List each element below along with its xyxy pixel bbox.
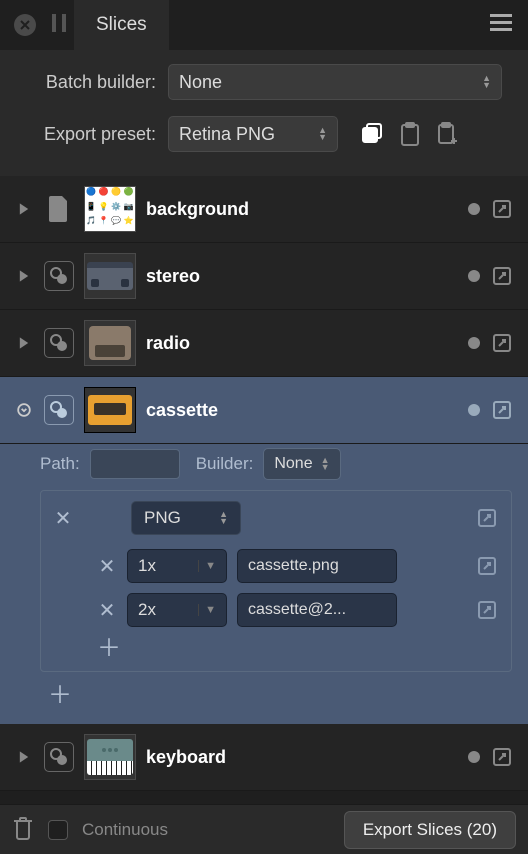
scale-row-2x: ✕ 2x ▼ cassette@2... [53,593,499,627]
preset-clipboard-add-icon[interactable] [434,120,462,148]
status-dot [468,404,480,416]
disclosure-icon[interactable] [14,403,34,417]
caret-icon: ▲▼ [482,75,491,89]
slice-row-cassette[interactable]: cassette [0,377,528,444]
format-value: PNG [144,508,181,528]
export-link-icon[interactable] [475,554,499,578]
slice-name: background [146,199,458,220]
status-dot [468,751,480,763]
remove-format-button[interactable]: ✕ [53,506,73,531]
export-preset-row: Export preset: Retina PNG ▲▼ [16,116,512,152]
disclosure-icon[interactable] [14,202,34,216]
status-dot [468,203,480,215]
export-link-icon[interactable] [490,745,514,769]
page-icon [44,194,74,224]
export-slices-button[interactable]: Export Slices (20) [344,811,516,849]
slices-tab[interactable]: Slices [74,0,169,50]
caret-icon: ▲▼ [318,127,327,141]
path-builder-row: Path: Builder: None ▲▼ [40,448,512,480]
footer: Continuous Export Slices (20) [0,804,528,854]
status-dot [468,270,480,282]
scale-value: 2x [138,600,156,620]
batch-builder-value: None [179,72,222,93]
export-link-icon[interactable] [475,506,499,530]
dock-icon[interactable] [52,14,66,36]
filename-field[interactable]: cassette.png [237,549,397,583]
filename-value: cassette@2... [248,601,346,619]
builder-value: None [274,455,312,473]
caret-icon: ▲▼ [321,457,330,471]
export-link-icon[interactable] [490,331,514,355]
preset-copy-icon[interactable] [358,120,386,148]
format-dropdown[interactable]: PNG ▲▼ [131,501,241,535]
slice-thumbnail [84,320,136,366]
close-button[interactable] [14,14,36,36]
group-icon [44,742,74,772]
preset-clipboard-icon[interactable] [396,120,424,148]
continuous-label: Continuous [82,820,168,840]
builder-label: Builder: [196,454,254,474]
path-label: Path: [40,454,80,474]
disclosure-icon[interactable] [14,269,34,283]
status-dot [468,337,480,349]
slices-panel: Slices Batch builder: None ▲▼ Export pre… [0,0,528,854]
caret-icon: ▲▼ [219,511,228,525]
builder-dropdown[interactable]: None ▲▼ [263,448,340,480]
slice-thumbnail [84,253,136,299]
slice-detail-cassette: Path: Builder: None ▲▼ ✕ PNG ▲▼ [0,444,528,724]
path-input[interactable] [90,449,180,479]
panel-menu-button[interactable] [474,14,528,36]
chevron-down-icon: ▼ [198,604,216,616]
scale-row-1x: ✕ 1x ▼ cassette.png [53,549,499,583]
scale-dropdown[interactable]: 1x ▼ [127,549,227,583]
export-preset-value: Retina PNG [179,124,275,145]
group-icon [44,261,74,291]
export-preset-label: Export preset: [16,124,156,145]
export-link-icon[interactable] [490,398,514,422]
filename-value: cassette.png [248,557,339,575]
slice-row-keyboard[interactable]: keyboard [0,724,528,791]
add-scale-button[interactable]: ＋ [53,637,499,661]
batch-builder-dropdown[interactable]: None ▲▼ [168,64,502,100]
scale-value: 1x [138,556,156,576]
slice-thumbnail [84,734,136,780]
settings-section: Batch builder: None ▲▼ Export preset: Re… [0,50,528,176]
slice-row-stereo[interactable]: stereo [0,243,528,310]
remove-scale-button[interactable]: ✕ [97,598,117,623]
export-preset-dropdown[interactable]: Retina PNG ▲▼ [168,116,338,152]
disclosure-icon[interactable] [14,336,34,350]
format-block: ✕ PNG ▲▼ ✕ 1x ▼ casse [40,490,512,672]
chevron-down-icon: ▼ [198,560,216,572]
export-button-label: Export Slices (20) [363,820,497,839]
slice-name: radio [146,333,458,354]
titlebar: Slices [0,0,528,50]
batch-builder-label: Batch builder: [16,72,156,93]
continuous-checkbox[interactable] [48,820,68,840]
remove-scale-button[interactable]: ✕ [97,554,117,579]
disclosure-icon[interactable] [14,750,34,764]
filename-field[interactable]: cassette@2... [237,593,397,627]
slice-row-background[interactable]: 🔵🔴🟡🟢📱💡⚙️📷🎵📍💬⭐ background [0,176,528,243]
trash-button[interactable] [12,816,34,844]
slice-thumbnail [84,387,136,433]
group-icon [44,328,74,358]
scale-dropdown[interactable]: 2x ▼ [127,593,227,627]
format-header: ✕ PNG ▲▼ [53,501,499,535]
slice-name: keyboard [146,747,458,768]
batch-builder-row: Batch builder: None ▲▼ [16,64,512,100]
export-link-icon[interactable] [490,197,514,221]
slice-list[interactable]: 🔵🔴🟡🟢📱💡⚙️📷🎵📍💬⭐ background stereo [0,176,528,804]
slice-thumbnail: 🔵🔴🟡🟢📱💡⚙️📷🎵📍💬⭐ [84,186,136,232]
slice-name: stereo [146,266,458,287]
add-format-button[interactable]: ＋ [40,684,512,708]
group-icon [44,395,74,425]
slice-row-radio[interactable]: radio [0,310,528,377]
export-link-icon[interactable] [490,264,514,288]
slice-name: cassette [146,400,458,421]
tab-label: Slices [96,14,147,36]
export-link-icon[interactable] [475,598,499,622]
